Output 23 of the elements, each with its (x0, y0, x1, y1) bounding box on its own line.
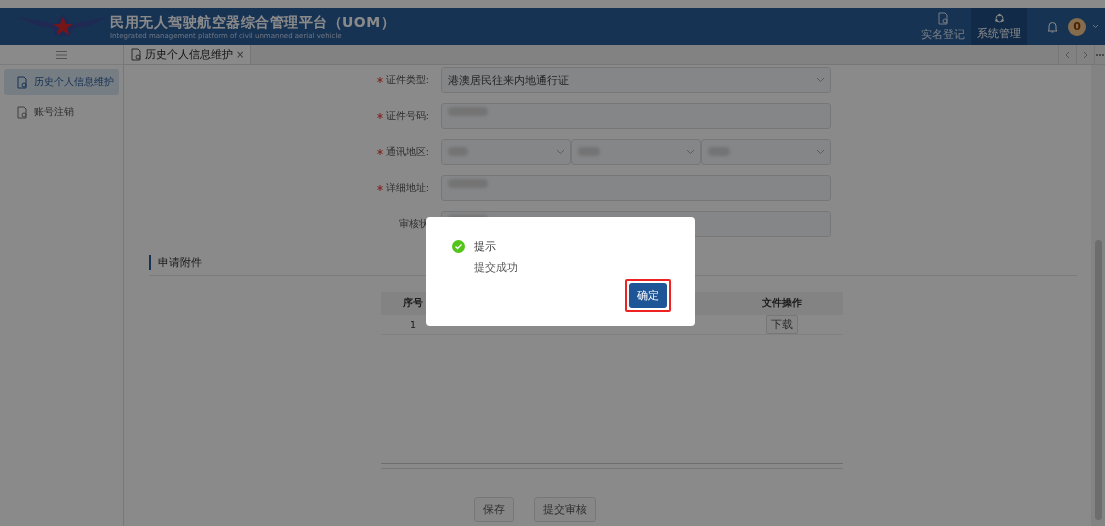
field-label: 证件号码: (385, 109, 429, 121)
nav-button[interactable]: 系统管理 (971, 8, 1027, 45)
dialog-title: 提示 (474, 239, 496, 254)
dialog-message: 提交成功 (474, 260, 519, 275)
field-label: 详细地址: (385, 181, 429, 193)
sidebar-item[interactable]: 账号注销 (4, 99, 119, 125)
column-header: 文件操作 (761, 297, 803, 310)
page-tab[interactable]: 历史个人信息维护 × (124, 45, 252, 64)
close-icon[interactable]: × (236, 49, 245, 60)
field-label: 通讯地区: (385, 145, 429, 157)
sidebar-item[interactable]: 历史个人信息维护 (4, 69, 119, 95)
field-label: 证件类型: (385, 73, 429, 85)
form-button[interactable]: 提交审核 (534, 497, 596, 522)
column-header: 序号 (402, 297, 424, 310)
avatar-badge[interactable]: 0 (1068, 17, 1086, 36)
nav-button[interactable]: 实名登记 (915, 8, 971, 45)
section-title: 申请附件 (149, 255, 202, 270)
app-title: 民用无人驾驶航空器综合管理平台（UOM） (110, 13, 396, 32)
select-field[interactable]: 港澳居民往来内地通行证 (441, 67, 831, 93)
download-button[interactable]: 下载 (766, 315, 798, 334)
confirm-button[interactable]: 确定 (629, 283, 667, 308)
table-cell-text: 1 (408, 319, 417, 330)
form-button[interactable]: 保存 (474, 497, 514, 522)
